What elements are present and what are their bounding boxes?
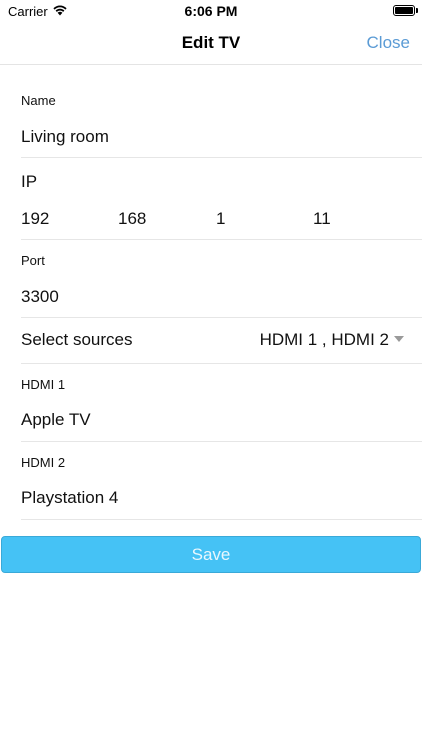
battery-cap — [416, 8, 418, 13]
save-button[interactable]: Save — [1, 536, 421, 573]
name-field: Name Living room — [21, 80, 422, 158]
hdmi2-input[interactable]: Playstation 4 — [21, 488, 118, 508]
close-button[interactable]: Close — [367, 33, 410, 53]
select-sources-row[interactable]: Select sources HDMI 1 , HDMI 2 — [21, 318, 422, 364]
name-label: Name — [21, 93, 56, 108]
hdmi1-input[interactable]: Apple TV — [21, 410, 91, 430]
ip-field: IP 192 168 1 11 — [21, 158, 422, 240]
select-sources-value[interactable]: HDMI 1 , HDMI 2 — [260, 330, 389, 350]
hdmi2-label: HDMI 2 — [21, 455, 66, 470]
port-input[interactable]: 3300 — [21, 287, 59, 307]
dropdown-arrow-icon[interactable] — [394, 336, 404, 342]
ip-label: IP — [21, 172, 38, 191]
hdmi1-label: HDMI 1 — [21, 377, 66, 392]
ip-octet-4-input[interactable]: 11 — [313, 209, 331, 229]
name-input[interactable]: Living room — [21, 127, 109, 147]
status-bar: Carrier 6:06 PM — [0, 0, 422, 22]
hdmi2-field: HDMI 2 Playstation 4 — [21, 442, 422, 520]
ip-octet-3-input[interactable]: 1 — [216, 209, 225, 229]
navigation-bar: Edit TV Close — [0, 22, 422, 65]
port-label: Port — [21, 253, 45, 268]
ip-octet-1-input[interactable]: 192 — [21, 209, 49, 229]
battery-icon — [393, 5, 415, 16]
ip-octet-2-input[interactable]: 168 — [118, 209, 146, 229]
select-sources-label: Select sources — [21, 330, 133, 349]
hdmi1-field: HDMI 1 Apple TV — [21, 364, 422, 442]
clock-time: 6:06 PM — [184, 3, 238, 19]
port-field: Port 3300 — [21, 240, 422, 318]
page-title: Edit TV — [181, 33, 241, 52]
